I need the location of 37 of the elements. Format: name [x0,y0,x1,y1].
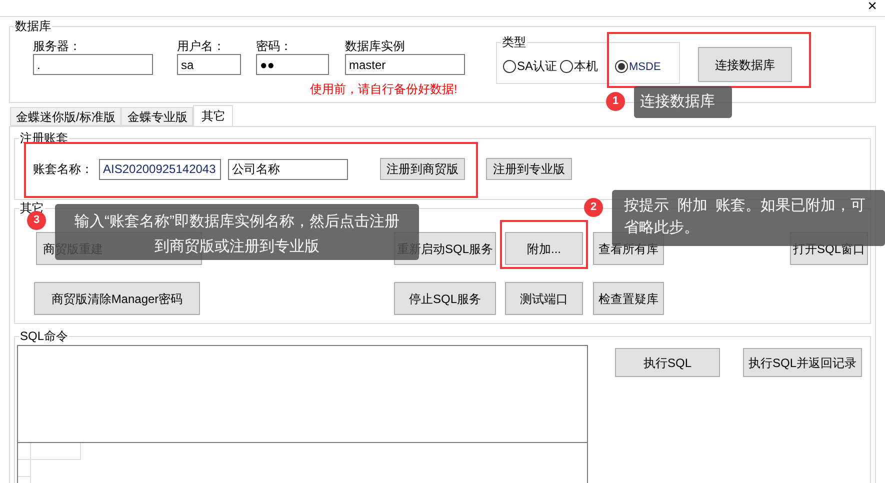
action-button[interactable]: 检查置疑库 [593,282,664,315]
execute-sql-button[interactable]: 执行SQL并返回记录 [743,348,862,377]
action-button[interactable]: 商贸版清除Manager密码 [34,282,200,315]
action-button[interactable]: 附加... [505,232,583,265]
account-name-field[interactable]: AIS20200925142043 [99,158,221,180]
step-badge: 1 [606,92,625,111]
field-label: 服务器： [33,38,82,54]
input-field[interactable]: . [33,54,153,75]
group-title: SQL命令 [19,329,70,343]
connect-button[interactable]: 连接数据库 [698,47,792,82]
step-tooltip: 连接数据库 [634,86,732,118]
close-button[interactable]: × [868,0,877,16]
execute-sql-button[interactable]: 执行SQL [615,348,720,377]
sql-text-area[interactable] [17,345,588,443]
input-field[interactable]: ●● [256,54,329,75]
step-tooltip: 按提示 附加 账套。如果已附加，可省略此步。 [612,190,885,246]
register-button[interactable]: 注册到商贸版 [380,158,465,180]
input-field[interactable]: sa [177,54,241,75]
field-label: 用户名： [177,38,226,54]
field-label: 密码： [256,38,293,54]
radio-option[interactable]: 本机 [560,57,598,75]
warning-text: 使用前，请自行备份好数据! [310,81,458,98]
field-label: 数据库实例 [345,38,406,54]
radio-option[interactable]: MSDE [615,58,661,75]
step-badge: 2 [584,198,603,217]
action-button[interactable]: 测试端口 [505,282,583,315]
input-field[interactable]: master [345,54,465,75]
register-button[interactable]: 注册到专业版 [486,158,572,180]
radio-option[interactable]: SA认证 [503,57,558,75]
tab[interactable]: 其它 [193,105,234,126]
tab[interactable]: 金蝶专业版 [121,107,194,126]
company-name-field[interactable]: 公司名称 [228,158,348,180]
action-button[interactable]: 停止SQL服务 [394,282,496,315]
field-label: 账套名称： [33,161,94,178]
tab[interactable]: 金蝶迷你版/标准版 [10,107,122,126]
group-title: 类型 [501,35,527,49]
group-title: 数据库 [14,19,52,33]
